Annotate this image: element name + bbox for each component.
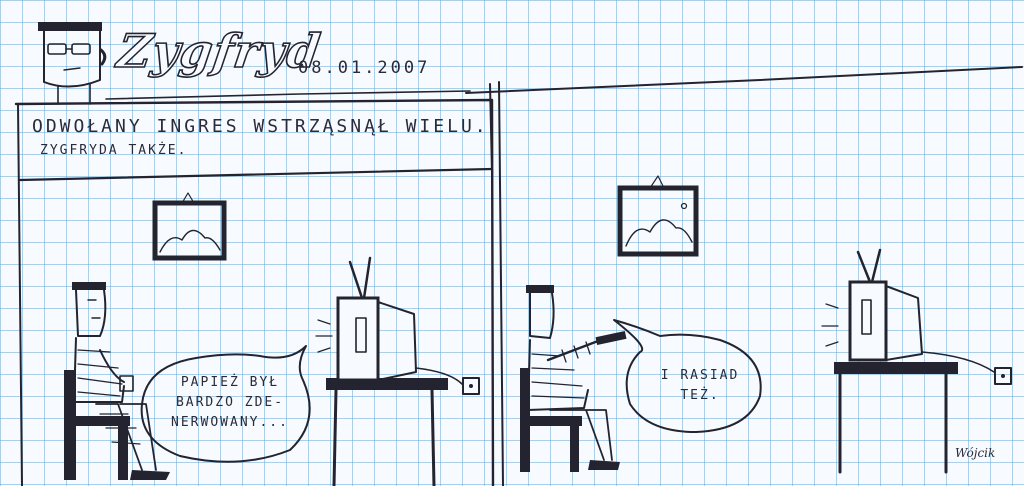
speech-line: TEŻ.: [680, 388, 720, 403]
character-portrait-icon: [38, 22, 107, 105]
framed-picture-icon: [152, 192, 227, 261]
table-icon: [326, 378, 448, 486]
speech-line: NERWOWANY...: [171, 415, 289, 430]
speech-line: PAPIEŻ BYŁ: [180, 375, 280, 390]
caption-line-1: ODWOŁANY INGRES WSTRZĄSNĄŁ WIELU.: [32, 116, 489, 137]
television-icon: [315, 256, 417, 382]
table-icon: [834, 362, 958, 474]
caption-line-2: ZYGFRYDA TAKŻE.: [40, 143, 188, 158]
comic-title: Zygfryd: [113, 23, 325, 79]
comic-date: 08.01.2007: [298, 58, 431, 78]
television-icon: [821, 248, 923, 362]
speech-line: BARDZO ZDE-: [175, 395, 285, 410]
framed-picture-icon: [617, 175, 699, 257]
speech-text-panel1: PAPIEŻ BYŁ BARDZO ZDE- NERWOWANY...: [150, 373, 310, 433]
speech-line: I RASIAD: [660, 368, 740, 383]
artist-signature: Wójcik: [955, 446, 996, 460]
speech-text-panel2: I RASIAD TEŻ.: [640, 366, 760, 406]
